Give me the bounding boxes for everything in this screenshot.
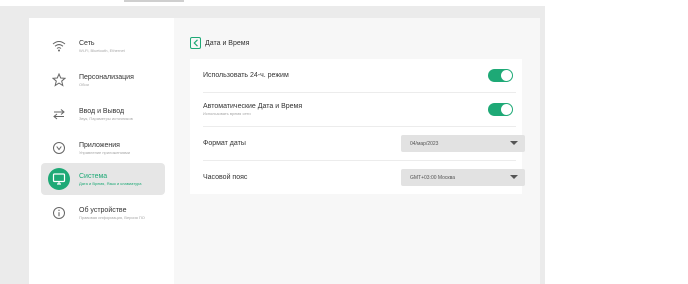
timezone-select[interactable]: GMT+03:00 Москва [401,169,525,186]
page-header: Дата и Время [190,36,249,50]
select-value: GMT+03:00 Москва [410,174,455,181]
sidebar-item-system[interactable]: Система Дата и Время, Язык и клавиатура [41,163,165,195]
sidebar-item-title: Ввод и Вывод [79,107,125,115]
select-value: 04/мар/2023 [410,140,439,147]
sidebar-item-network[interactable]: Сеть Wi-Fi, Bluetooth, Ethernet [41,30,165,62]
right-panel [545,6,688,284]
sidebar-item-apps[interactable]: Приложения Управление приложениями [41,132,165,164]
sidebar-item-subtitle: Обои [79,81,89,87]
sidebar: Сеть Wi-Fi, Bluetooth, Ethernet Персонал… [29,18,174,284]
toggle-auto-datetime[interactable] [488,103,513,116]
sidebar-item-subtitle: Wi-Fi, Bluetooth, Ethernet [79,47,125,53]
setting-label: Использовать 24-ч. режим [203,72,289,79]
setting-sublabel: Использовать время сети [203,111,251,116]
setting-row-auto-datetime[interactable]: Автоматические Дата и Время Использовать… [190,93,522,126]
sidebar-item-about[interactable]: Об устройстве Правовая информация, Верси… [41,197,165,229]
sidebar-item-title: Сеть [79,39,95,47]
toggle-knob [501,70,512,81]
settings-card: Использовать 24-ч. режим Автоматические … [190,59,525,194]
sidebar-item-subtitle: Звук, Параметры источников [79,115,133,121]
sidebar-item-subtitle: Управление приложениями [79,149,131,155]
sidebar-item-title: Система [79,172,108,180]
dropdown-arrow-icon [510,175,518,179]
setting-label: Часовой пояс [203,174,248,181]
back-button[interactable] [190,37,201,49]
sidebar-item-input-output[interactable]: Ввод и Вывод Звук, Параметры источников [41,98,165,130]
setting-row-timezone: Часовой пояс GMT+03:00 Москва [190,161,525,194]
chevron-left-icon [192,39,198,47]
sidebar-item-title: Приложения [79,141,120,149]
setting-label: Автоматические Дата и Время [203,103,303,110]
content-area: Дата и Время Использовать 24-ч. режим Ав… [174,18,540,284]
toggle-knob [501,104,512,115]
dropdown-arrow-icon [510,141,518,145]
apps-icon [45,134,73,162]
date-format-select[interactable]: 04/мар/2023 [401,135,525,152]
monitor-icon [45,165,73,193]
toggle-24h[interactable] [488,69,513,82]
sidebar-item-personalization[interactable]: Персонализация Обои [41,64,165,96]
settings-window: Сеть Wi-Fi, Bluetooth, Ethernet Персонал… [29,18,540,284]
setting-row-date-format: Формат даты 04/мар/2023 [190,127,525,160]
setting-row-24h[interactable]: Использовать 24-ч. режим [190,59,522,92]
sidebar-item-subtitle: Правовая информация, Версия ПО [79,214,145,220]
star-icon [45,66,73,94]
input-output-icon [45,100,73,128]
page-title: Дата и Время [205,39,250,47]
sidebar-item-title: Персонализация [79,73,134,81]
sidebar-item-title: Об устройстве [79,206,127,214]
top-indicator [124,0,184,2]
setting-label: Формат даты [203,140,246,147]
info-icon [45,199,73,227]
wifi-icon [45,32,73,60]
sidebar-item-subtitle: Дата и Время, Язык и клавиатура [79,180,142,186]
